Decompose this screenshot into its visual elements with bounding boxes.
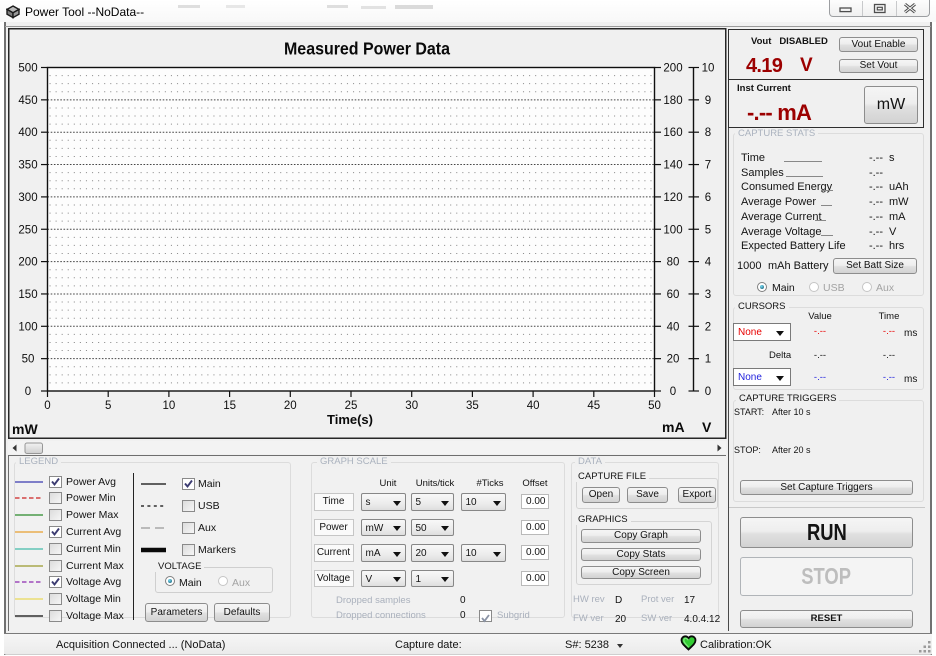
svg-text:30: 30: [405, 400, 418, 412]
svg-text:5: 5: [105, 400, 111, 412]
svg-text:100: 100: [663, 224, 682, 236]
svg-text:140: 140: [663, 160, 682, 172]
svg-text:0: 0: [44, 400, 50, 412]
svg-text:10: 10: [163, 400, 176, 412]
svg-text:5: 5: [705, 224, 711, 236]
svg-text:20: 20: [667, 354, 680, 366]
svg-text:120: 120: [663, 192, 682, 204]
svg-text:200: 200: [663, 63, 682, 75]
svg-text:9: 9: [705, 95, 711, 107]
svg-text:45: 45: [587, 400, 600, 412]
svg-text:mA: mA: [662, 419, 685, 435]
svg-text:40: 40: [667, 321, 680, 333]
svg-text:1: 1: [705, 354, 711, 366]
svg-text:50: 50: [22, 354, 35, 366]
svg-text:180: 180: [663, 95, 682, 107]
svg-text:20: 20: [284, 400, 297, 412]
svg-text:Time(s): Time(s): [327, 412, 373, 427]
svg-text:150: 150: [18, 289, 37, 301]
svg-text:3: 3: [705, 289, 711, 301]
svg-text:200: 200: [18, 257, 37, 269]
svg-text:300: 300: [18, 192, 37, 204]
svg-text:mW: mW: [12, 421, 38, 437]
svg-text:6: 6: [705, 192, 711, 204]
svg-text:100: 100: [18, 321, 37, 333]
svg-text:V: V: [702, 419, 712, 435]
svg-text:250: 250: [18, 224, 37, 236]
svg-text:4: 4: [705, 257, 712, 269]
svg-text:2: 2: [705, 321, 711, 333]
svg-text:60: 60: [667, 289, 680, 301]
svg-text:10: 10: [702, 63, 715, 75]
svg-text:8: 8: [705, 127, 711, 139]
svg-text:50: 50: [648, 400, 661, 412]
svg-text:35: 35: [466, 400, 479, 412]
svg-text:450: 450: [18, 95, 37, 107]
svg-text:0: 0: [705, 386, 711, 398]
svg-text:0: 0: [25, 386, 31, 398]
svg-text:500: 500: [18, 63, 37, 75]
svg-text:0: 0: [670, 386, 676, 398]
svg-text:15: 15: [223, 400, 236, 412]
svg-text:350: 350: [18, 160, 37, 172]
svg-text:7: 7: [705, 160, 711, 172]
svg-text:25: 25: [345, 400, 358, 412]
svg-text:400: 400: [18, 127, 37, 139]
svg-text:160: 160: [663, 127, 682, 139]
svg-text:40: 40: [527, 400, 540, 412]
svg-text:Measured Power Data: Measured Power Data: [284, 39, 450, 59]
svg-text:80: 80: [667, 257, 680, 269]
